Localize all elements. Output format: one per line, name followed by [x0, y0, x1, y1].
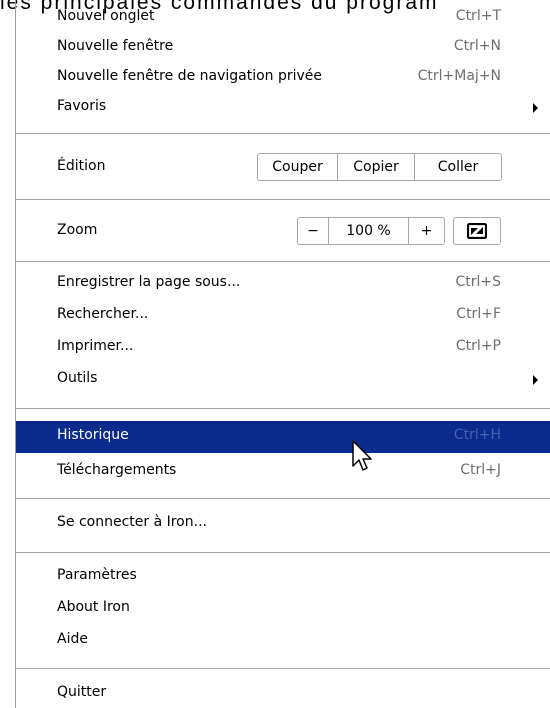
menu-item-new-tab[interactable]: Nouvel onglet Ctrl+T: [16, 4, 550, 32]
fullscreen-icon: [467, 223, 487, 239]
zoom-level: 100 %: [329, 218, 409, 244]
menu-item-help[interactable]: Aide: [16, 627, 550, 655]
menu-item-new-private-window[interactable]: Nouvelle fenêtre de navigation privée Ct…: [16, 64, 550, 92]
menu-item-label: Enregistrer la page sous...: [57, 274, 241, 290]
menu-separator: [16, 498, 550, 499]
menu-item-history[interactable]: Historique Ctrl+H: [16, 421, 550, 453]
menu-item-sign-in[interactable]: Se connecter à Iron...: [16, 510, 550, 538]
menu-item-label: Outils: [57, 370, 98, 386]
menu-separator: [16, 261, 550, 262]
cut-button[interactable]: Couper: [258, 154, 338, 180]
menu-item-label: Aide: [57, 631, 88, 647]
zoom-in-button[interactable]: +: [409, 218, 444, 244]
menu-item-zoom: Zoom − 100 % +: [16, 216, 550, 248]
menu-item-label: Favoris: [57, 98, 107, 114]
menu-separator: [16, 552, 550, 553]
menu-item-label: Édition: [57, 158, 106, 174]
menu-item-bookmarks[interactable]: Favoris: [16, 94, 550, 122]
menu-item-tools[interactable]: Outils: [16, 366, 550, 394]
menu-item-label: Nouvelle fenêtre: [57, 38, 174, 54]
menu-item-shortcut: Ctrl+F: [456, 306, 501, 322]
fullscreen-button[interactable]: [453, 217, 501, 245]
edit-button-group: Couper Copier Coller: [257, 153, 502, 181]
menu-item-label: About Iron: [57, 599, 130, 615]
menu-item-shortcut: Ctrl+N: [453, 38, 501, 54]
menu-item-quit[interactable]: Quitter: [16, 680, 550, 708]
zoom-controls: − 100 % +: [297, 217, 445, 245]
menu-item-shortcut: Ctrl+T: [455, 8, 501, 24]
copy-button[interactable]: Copier: [338, 154, 415, 180]
menu-item-label: Zoom: [57, 222, 98, 238]
menu-separator: [16, 199, 550, 200]
menu-item-label: Nouvelle fenêtre de navigation privée: [57, 68, 323, 84]
menu-item-settings[interactable]: Paramètres: [16, 563, 550, 591]
menu-item-new-window[interactable]: Nouvelle fenêtre Ctrl+N: [16, 34, 550, 62]
menu-item-shortcut: Ctrl+J: [460, 462, 501, 478]
menu-item-label: Quitter: [57, 684, 107, 700]
menu-item-label: Historique: [57, 427, 129, 443]
menu-item-label: Se connecter à Iron...: [57, 514, 207, 530]
paste-button[interactable]: Coller: [415, 154, 501, 180]
menu-separator: [16, 408, 550, 409]
menu-item-label: Rechercher...: [57, 306, 149, 322]
chevron-right-icon: [533, 103, 538, 113]
menu-item-find[interactable]: Rechercher... Ctrl+F: [16, 302, 550, 330]
menu-separator: [16, 668, 550, 669]
menu-item-label: Paramètres: [57, 567, 137, 583]
menu-item-label: Téléchargements: [57, 462, 177, 478]
menu-item-about[interactable]: About Iron: [16, 595, 550, 623]
menu-item-downloads[interactable]: Téléchargements Ctrl+J: [16, 458, 550, 486]
mouse-pointer-icon: [352, 440, 372, 471]
menu-separator: [16, 133, 550, 134]
menu-item-print[interactable]: Imprimer... Ctrl+P: [16, 334, 550, 362]
menu-item-label: Nouvel onglet: [57, 8, 155, 24]
menu-item-save-page[interactable]: Enregistrer la page sous... Ctrl+S: [16, 270, 550, 298]
menu-item-label: Imprimer...: [57, 338, 134, 354]
zoom-out-button[interactable]: −: [298, 218, 329, 244]
menu-item-shortcut: Ctrl+H: [453, 427, 501, 443]
menu-item-shortcut: Ctrl+P: [455, 338, 501, 354]
chevron-right-icon: [533, 375, 538, 385]
menu-item-shortcut: Ctrl+Maj+N: [417, 68, 501, 84]
menu-item-shortcut: Ctrl+S: [455, 274, 501, 290]
menu-item-edit: Édition Couper Copier Coller: [16, 152, 550, 184]
